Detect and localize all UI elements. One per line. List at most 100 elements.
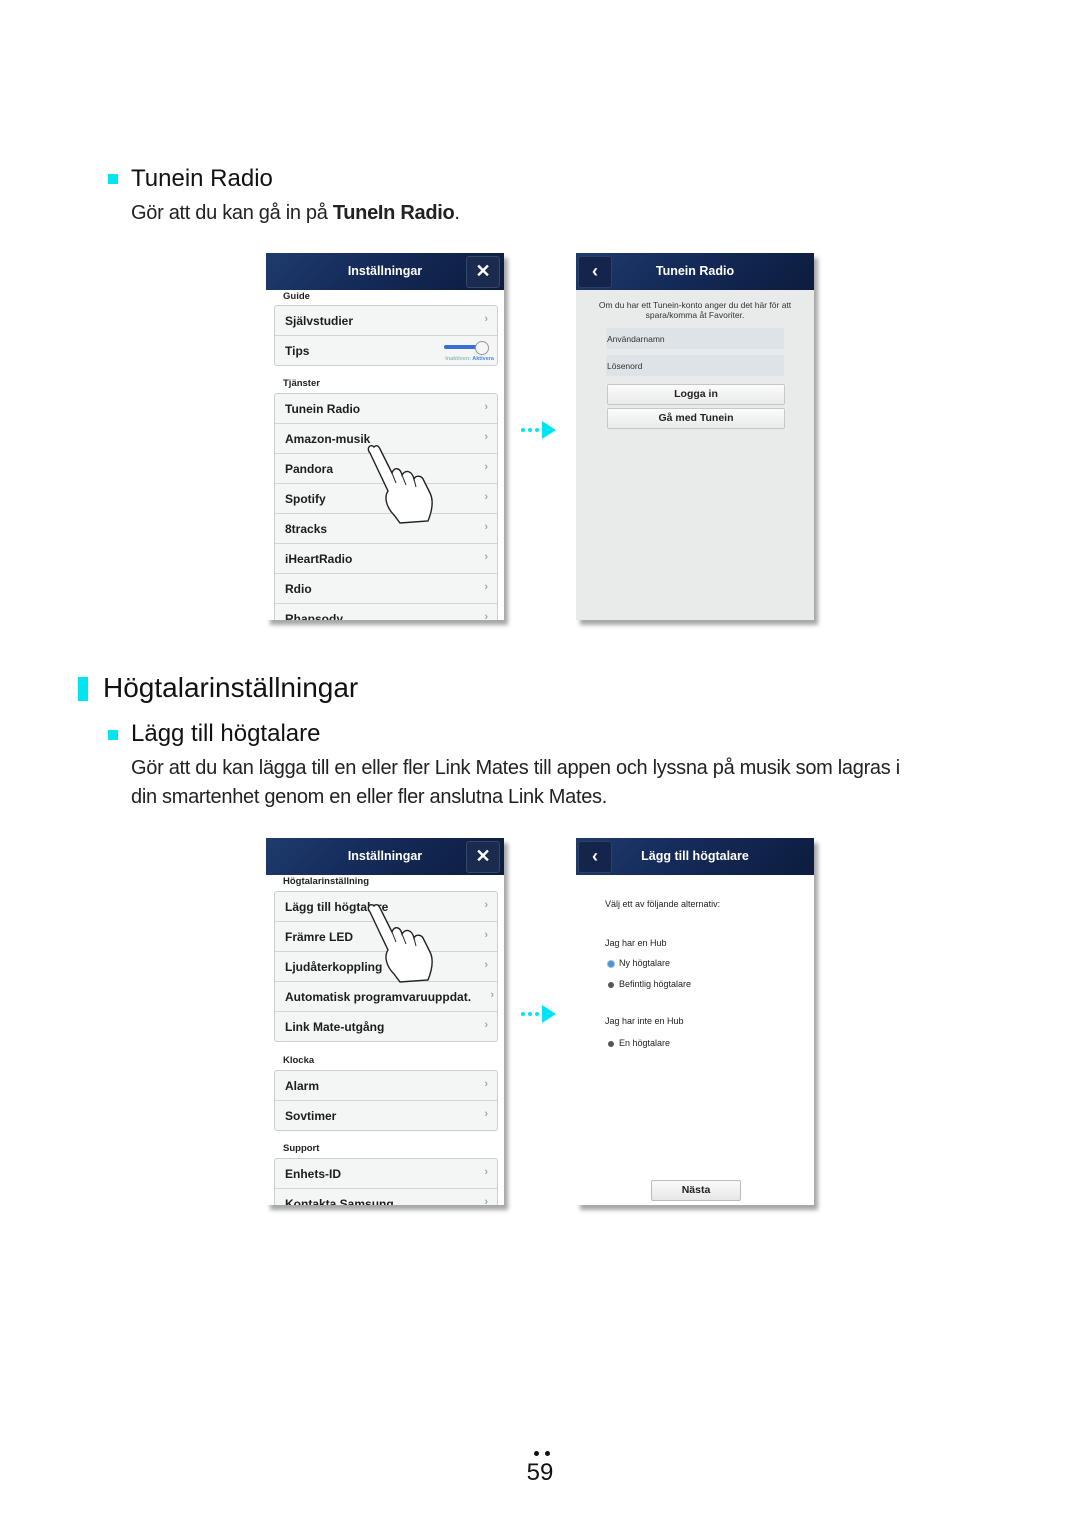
prompt-text: Välj ett av följande alternativ: (605, 899, 721, 909)
chevron-right-icon: › (484, 1108, 488, 1120)
heading-bar-icon (78, 677, 88, 701)
item-label: Pandora (285, 462, 334, 476)
close-button[interactable]: ✕ (466, 841, 500, 873)
page-dots-icon (532, 1451, 552, 1457)
chevron-right-icon: › (484, 929, 488, 941)
toggle-active-label: Aktivera (472, 356, 494, 362)
username-input[interactable]: Användarnamn (606, 328, 784, 349)
chevron-right-icon: › (484, 313, 488, 325)
username-placeholder: Användarnamn (607, 334, 665, 344)
chevron-right-icon: › (484, 611, 488, 620)
item-label: Tunein Radio (285, 402, 361, 416)
tap-hand-icon (367, 444, 433, 524)
settings-item-device-id[interactable]: Enhets-ID › (275, 1159, 497, 1189)
add-speaker-screen: ‹ Lägg till högtalare Välj ett av följan… (576, 838, 814, 1205)
item-label: Link Mate-utgång (285, 1020, 385, 1034)
next-step-arrow-icon (521, 1005, 556, 1023)
bullet-icon (108, 174, 118, 184)
header-bar: ‹ Tunein Radio (576, 253, 814, 290)
settings-item-sleep-timer[interactable]: Sovtimer › (275, 1101, 497, 1130)
section-heading-speaker-settings: Högtalarinställningar (103, 672, 359, 703)
password-input[interactable]: Lösenord (606, 355, 784, 376)
chevron-right-icon: › (484, 431, 488, 443)
section-label-clock: Klocka (283, 1055, 315, 1066)
chevron-right-icon: › (484, 581, 488, 593)
header-title: Tunein Radio (655, 264, 735, 278)
group-support: Enhets-ID › Kontakta Samsung › (274, 1158, 498, 1205)
chevron-right-icon: › (484, 1166, 488, 1178)
settings-item-alarm[interactable]: Alarm › (275, 1071, 497, 1101)
settings-item-tutorials[interactable]: Självstudier › (275, 306, 497, 336)
radio-icon (608, 1041, 614, 1047)
item-label: Spotify (285, 492, 326, 506)
chevron-right-icon: › (484, 1196, 488, 1205)
sub-heading-add-speaker: Lägg till högtalare (131, 720, 321, 747)
close-button[interactable]: ✕ (466, 256, 500, 288)
section-description-tunein: Gör att du kan gå in på TuneIn Radio. (131, 198, 460, 228)
header-title: Lägg till högtalare (641, 849, 749, 863)
chevron-right-icon: › (484, 521, 488, 533)
settings-item-rhapsody[interactable]: Rhapsody › (275, 604, 497, 620)
item-label: Enhets-ID (285, 1167, 342, 1181)
settings-screen-services: Inställningar ✕ Guide Självstudier › Tip… (266, 253, 504, 620)
group-label-no-hub: Jag har inte en Hub (605, 1016, 684, 1026)
section-description-line1: Gör att du kan lägga till en eller fler … (131, 757, 900, 779)
item-label: Rdio (285, 582, 312, 596)
radio-icon (608, 982, 614, 988)
chevron-right-icon: › (484, 1078, 488, 1090)
settings-screen-speaker: Inställningar ✕ Högtalarinställning Lägg… (266, 838, 504, 1205)
item-label: Sovtimer (285, 1109, 337, 1123)
settings-item-iheartradio[interactable]: iHeartRadio › (275, 544, 497, 574)
chevron-right-icon: › (484, 959, 488, 971)
section-description-line2: din smartenhet genom en eller fler anslu… (131, 786, 607, 808)
settings-item-rdio[interactable]: Rdio › (275, 574, 497, 604)
header-bar: Inställningar ✕ (266, 838, 504, 875)
item-label: Amazon-musik (285, 432, 371, 446)
item-label: Rhapsody (285, 612, 344, 620)
chevron-right-icon: › (484, 491, 488, 503)
toggle-knob (475, 341, 489, 355)
chevron-right-icon: › (484, 1019, 488, 1031)
section-label-speaker: Högtalarinställning (283, 876, 370, 887)
settings-item-tunein[interactable]: Tunein Radio › (275, 394, 497, 424)
item-label: Självstudier (285, 314, 354, 328)
password-placeholder: Lösenord (607, 361, 643, 371)
header-bar: Inställningar ✕ (266, 253, 504, 290)
join-tunein-button[interactable]: Gå med Tunein (607, 408, 785, 429)
item-label: iHeartRadio (285, 552, 353, 566)
group-label-has-hub: Jag har en Hub (605, 938, 667, 948)
chevron-right-icon: › (484, 551, 488, 563)
desc-text: Gör att du kan gå in på (131, 202, 333, 224)
next-button[interactable]: Nästa (651, 1180, 741, 1201)
item-label: 8tracks (285, 522, 328, 536)
option-label: En högtalare (619, 1038, 671, 1048)
toggle-inactive-label: Inaktiven: (445, 356, 471, 362)
item-label: Kontakta Samsung (285, 1197, 394, 1205)
settings-item-contact-samsung[interactable]: Kontakta Samsung › (275, 1189, 497, 1205)
settings-item-tips: Tips Inaktiven: Aktivera (275, 336, 497, 365)
item-label: Automatisk programvaruuppdat. (285, 990, 472, 1004)
section-label-guide: Guide (283, 291, 310, 302)
option-label: Ny högtalare (619, 958, 671, 968)
page-number: 59 (526, 1459, 554, 1486)
tips-toggle[interactable] (444, 341, 489, 355)
login-note: Om du har ett Tunein-konto anger du det … (598, 300, 792, 320)
bullet-icon (108, 730, 118, 740)
next-step-arrow-icon (521, 421, 556, 439)
section-heading-tunein: Tunein Radio (131, 165, 273, 192)
settings-item-auto-update[interactable]: Automatisk programvaruuppdat. › (275, 982, 497, 1012)
option-label: Befintlig högtalare (619, 979, 692, 989)
header-bar: ‹ Lägg till högtalare (576, 838, 814, 875)
item-label: Tips (285, 344, 310, 358)
desc-bold: TuneIn Radio (332, 202, 455, 224)
tap-hand-icon (367, 903, 433, 983)
chevron-right-icon: › (484, 461, 488, 473)
tunein-login-screen: ‹ Tunein Radio Om du har ett Tunein-kont… (576, 253, 814, 620)
group-guide: Självstudier › Tips Inaktiven: Aktivera (274, 305, 498, 366)
item-label: Främre LED (285, 930, 354, 944)
group-clock: Alarm › Sovtimer › (274, 1070, 498, 1131)
login-button[interactable]: Logga in (607, 384, 785, 405)
settings-item-link-mate-output[interactable]: Link Mate-utgång › (275, 1012, 497, 1041)
toggle-status: Inaktiven: Aktivera (445, 356, 494, 362)
section-label-support: Support (283, 1143, 320, 1154)
